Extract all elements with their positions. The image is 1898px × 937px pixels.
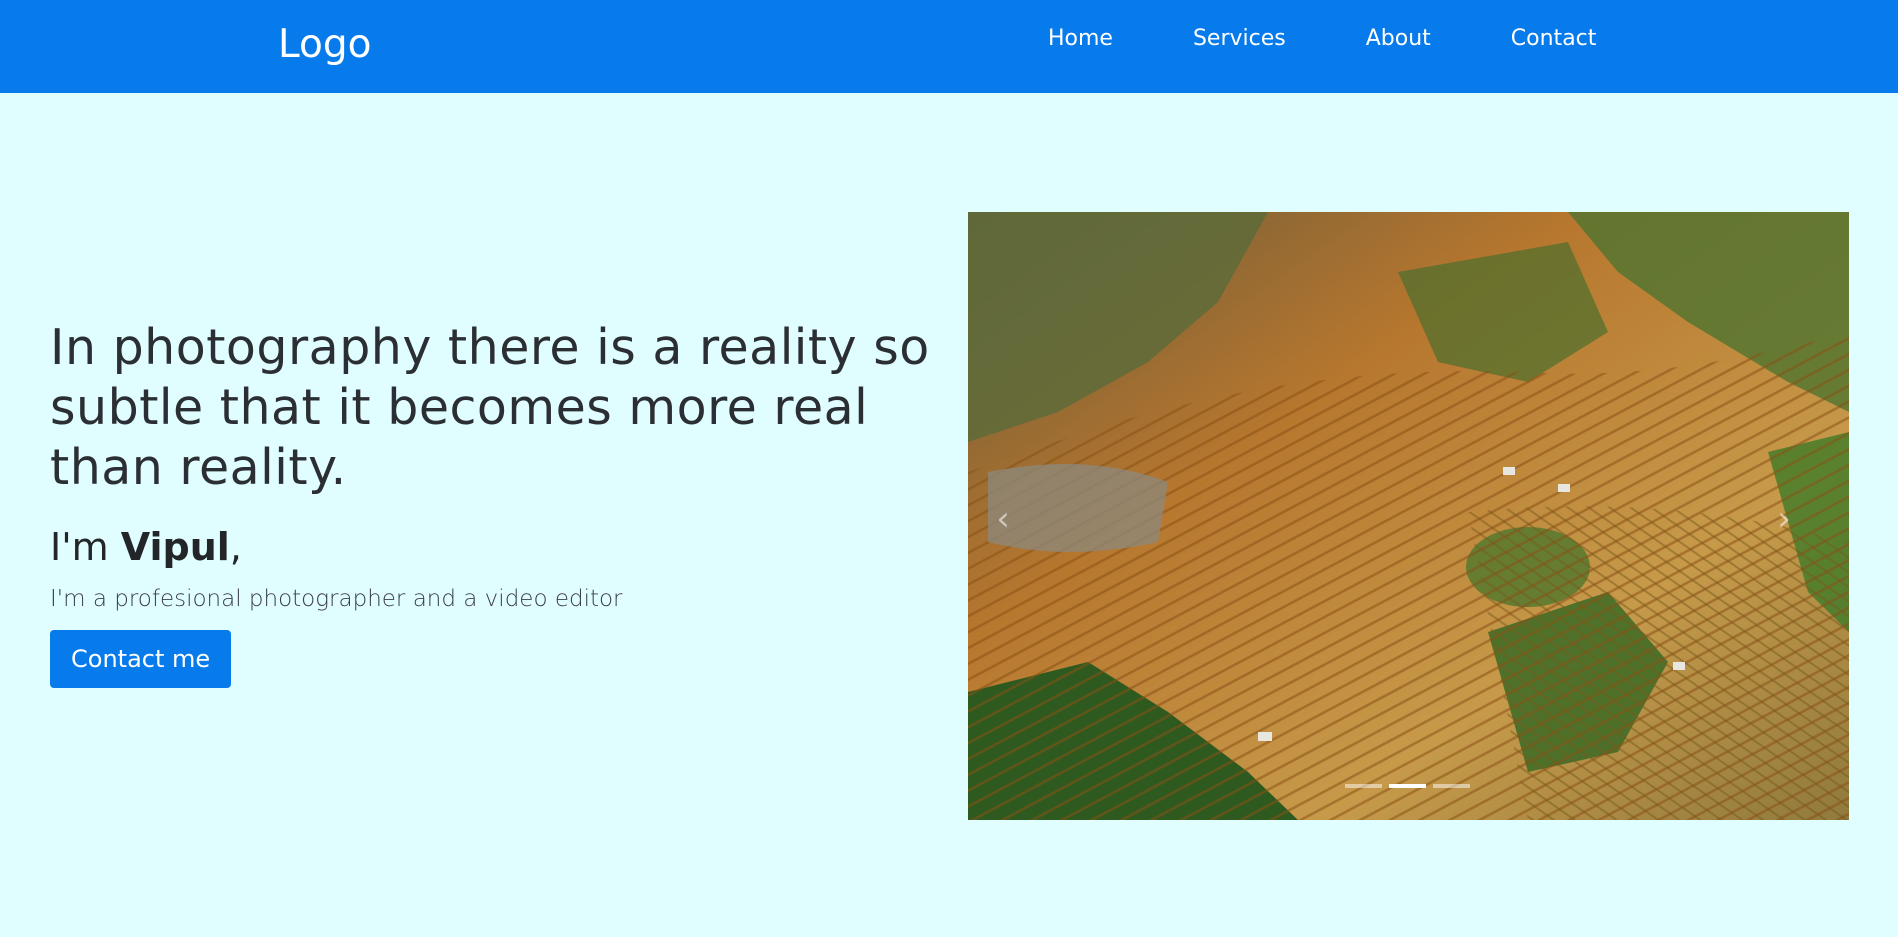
image-carousel: ‹ › — [968, 212, 1849, 820]
nav-link-contact[interactable]: Contact — [1511, 25, 1597, 53]
hero-section: In photography there is a reality so sub… — [50, 318, 950, 688]
hero-subtitle: I'm a profesional photographer and a vid… — [50, 586, 623, 612]
intro-prefix: I'm — [50, 525, 121, 569]
carousel-prev-button[interactable]: ‹ — [983, 494, 1023, 544]
hero-quote: In photography there is a reality so sub… — [50, 319, 930, 496]
intro-name: Vipul — [120, 525, 230, 569]
hero-intro: I'm Vipul, — [50, 524, 950, 570]
chevron-left-icon: ‹ — [996, 499, 1010, 539]
navbar: Logo Home Services About Contact — [0, 0, 1898, 93]
nav-links: Home Services About Contact — [1048, 25, 1596, 53]
carousel-indicator-1[interactable] — [1345, 784, 1382, 788]
carousel-image — [968, 212, 1849, 820]
nav-link-about[interactable]: About — [1366, 25, 1431, 53]
logo[interactable]: Logo — [278, 23, 372, 67]
carousel-indicators — [1345, 784, 1470, 788]
nav-link-home[interactable]: Home — [1048, 25, 1113, 53]
nav-link-services[interactable]: Services — [1193, 25, 1286, 53]
carousel-indicator-3[interactable] — [1433, 784, 1470, 788]
intro-suffix: , — [229, 525, 242, 569]
chevron-right-icon: › — [1777, 499, 1791, 539]
carousel-indicator-2[interactable] — [1389, 784, 1426, 788]
carousel-next-button[interactable]: › — [1764, 494, 1804, 544]
contact-me-button[interactable]: Contact me — [50, 630, 232, 688]
